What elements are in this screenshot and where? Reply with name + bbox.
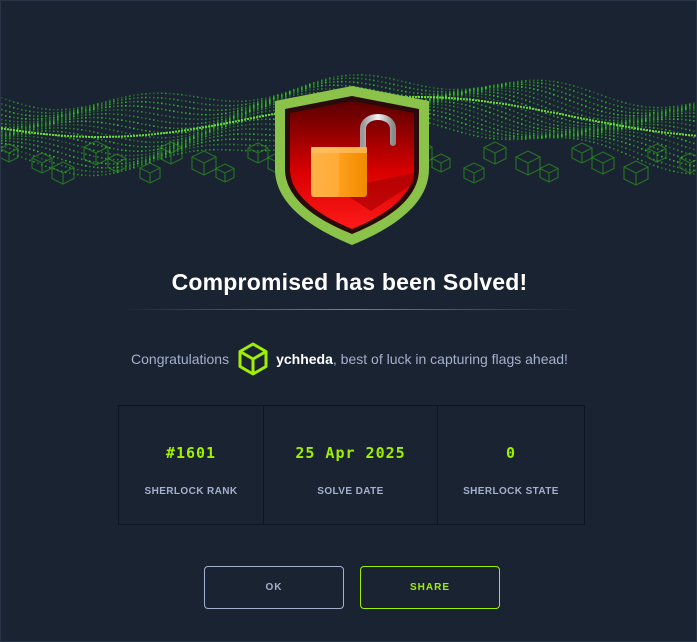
- stat-sherlock-rank: #1601 SHERLOCK RANK: [119, 406, 264, 524]
- page-title: Compromised has been Solved!: [171, 269, 528, 295]
- stat-label: SOLVE DATE: [317, 486, 384, 497]
- stat-label: SHERLOCK RANK: [144, 486, 238, 497]
- stat-label: SHERLOCK STATE: [463, 486, 559, 497]
- stat-value: #1601: [165, 444, 217, 462]
- congrats-suffix: , best of luck in capturing flags ahead!: [332, 351, 568, 367]
- username[interactable]: ychheda: [276, 351, 333, 367]
- solved-modal: Compromised has been Solved! Congratulat…: [0, 0, 697, 642]
- stats-panel: #1601 SHERLOCK RANK 25 Apr 2025 SOLVE DA…: [118, 405, 585, 525]
- stat-sherlock-state: 0 SHERLOCK STATE: [438, 406, 584, 524]
- share-button[interactable]: SHARE: [360, 566, 500, 609]
- stat-solve-date: 25 Apr 2025 SOLVE DATE: [264, 406, 438, 524]
- congratulations-message: Congratulations ychheda , best of luck i…: [1, 341, 696, 377]
- unlocked-padlock-shield-icon: [271, 83, 433, 247]
- ok-button[interactable]: OK: [204, 566, 344, 609]
- stat-value: 0: [505, 444, 517, 462]
- congrats-prefix: Congratulations: [131, 351, 230, 367]
- cube-icon: [238, 342, 268, 376]
- title-divider: [121, 309, 579, 310]
- stat-value: 25 Apr 2025: [295, 444, 406, 462]
